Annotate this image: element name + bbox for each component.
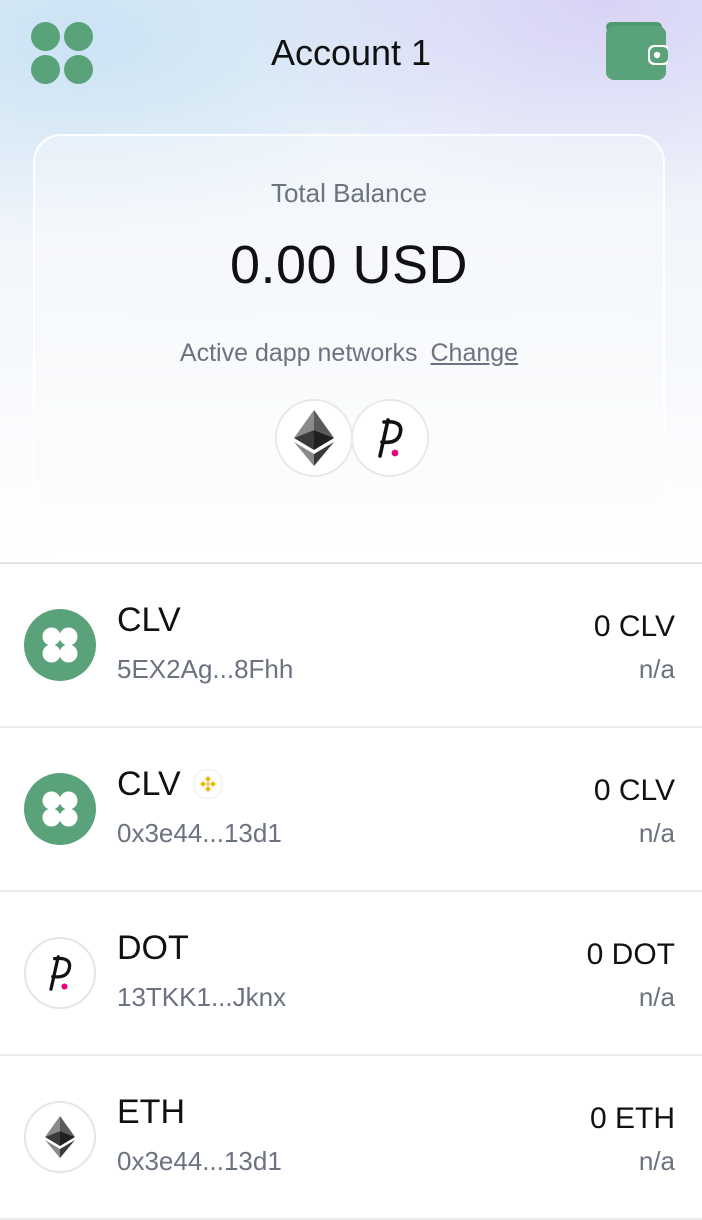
change-networks-link[interactable]: Change — [431, 339, 519, 367]
polkadot-icon — [24, 937, 96, 1009]
asset-fiat-value: n/a — [638, 654, 675, 684]
ethereum-icon[interactable] — [275, 399, 353, 477]
asset-amount: 0 DOT — [586, 938, 675, 971]
asset-amount: 0 CLV — [593, 610, 675, 643]
bnb-chain-icon — [192, 769, 223, 799]
asset-name: CLV — [117, 601, 181, 639]
asset-address: 13TKK1...Jknx — [117, 982, 287, 1012]
asset-amount: 0 CLV — [593, 774, 675, 807]
account-title[interactable]: Account 1 — [200, 30, 502, 76]
asset-row[interactable]: DOT 13TKK1...Jknx 0 DOT n/a — [0, 892, 702, 1056]
asset-address: 0x3e44...13d1 — [117, 1146, 282, 1176]
asset-fiat-value: n/a — [638, 1146, 675, 1176]
active-networks-row: Active dapp networks Change — [35, 339, 663, 368]
balance-card: Total Balance 0.00 USD Active dapp netwo… — [33, 134, 665, 554]
wallet-icon[interactable] — [602, 18, 670, 84]
asset-row[interactable]: ETH 0x3e44...13d1 0 ETH n/a — [0, 1056, 702, 1220]
asset-amount: 0 ETH — [589, 1102, 675, 1135]
asset-fiat-value: n/a — [638, 982, 675, 1012]
asset-name: ETH — [117, 1093, 185, 1131]
clover-icon — [24, 609, 96, 681]
asset-list: CLV 5EX2Ag...8Fhh 0 CLV n/a CLV 0x3e44..… — [0, 564, 702, 1220]
asset-address: 0x3e44...13d1 — [117, 818, 282, 848]
asset-name: DOT — [117, 929, 189, 967]
total-balance-value: 0.00 USD — [229, 235, 469, 295]
asset-address: 5EX2Ag...8Fhh — [117, 654, 294, 684]
total-balance-label: Total Balance — [270, 178, 428, 208]
asset-fiat-value: n/a — [638, 818, 675, 848]
asset-row[interactable]: CLV 5EX2Ag...8Fhh 0 CLV n/a — [0, 564, 702, 728]
asset-row[interactable]: CLV 0x3e44...13d1 0 CLV n/a — [0, 728, 702, 892]
asset-name: CLV — [117, 764, 223, 804]
polkadot-icon[interactable] — [351, 399, 429, 477]
ethereum-icon — [24, 1101, 96, 1173]
active-networks-label: Active dapp networks — [179, 339, 418, 367]
clover-logo-icon[interactable] — [31, 22, 93, 84]
clover-icon — [24, 773, 96, 845]
